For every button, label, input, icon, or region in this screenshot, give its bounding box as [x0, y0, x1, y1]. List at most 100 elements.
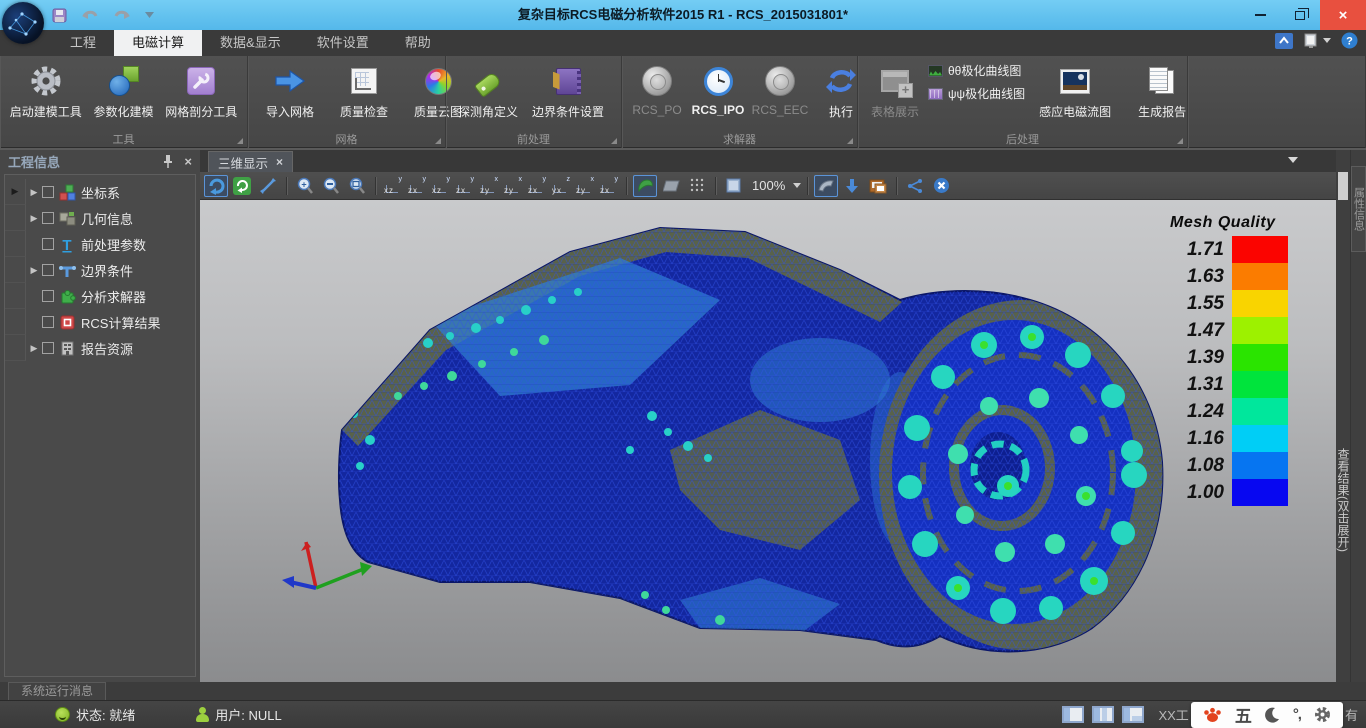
boundary-icon: [59, 262, 76, 279]
import-mesh-button[interactable]: 导入网格: [254, 60, 326, 122]
group-launcher-icon[interactable]: [237, 138, 243, 144]
tab-system-messages[interactable]: 系统运行消息: [8, 682, 106, 700]
zoom-out-button[interactable]: [319, 175, 343, 197]
view-preset-button[interactable]: zxy: [406, 175, 428, 197]
generate-report-button[interactable]: 生成报告: [1131, 60, 1193, 122]
group-launcher-icon[interactable]: [1177, 138, 1183, 144]
tab-settings[interactable]: 软件设置: [299, 30, 387, 56]
minimize-button[interactable]: [1240, 0, 1280, 30]
close-view-button[interactable]: [929, 175, 953, 197]
help-icon[interactable]: ?: [1341, 32, 1358, 49]
checkbox[interactable]: [42, 264, 54, 276]
expander-icon[interactable]: ▶: [26, 187, 42, 198]
view-preset-button[interactable]: zyx: [502, 175, 524, 197]
pan-view-button[interactable]: [256, 175, 280, 197]
orbit-view-button[interactable]: [230, 175, 254, 197]
rcs-eec-button: RCS_EEC: [750, 60, 810, 119]
snapshot-button[interactable]: [866, 175, 890, 197]
zoom-level-value[interactable]: 100%: [752, 178, 785, 193]
tab-properties[interactable]: 属性信息: [1351, 166, 1366, 252]
svg-text:?: ?: [1346, 36, 1353, 48]
checkbox[interactable]: [42, 290, 54, 302]
group-label-preprocess: 前处理: [517, 131, 550, 147]
legend-swatch: [1232, 236, 1288, 263]
meshing-tool-button[interactable]: 网格剖分工具: [162, 60, 242, 122]
shaded-view-button[interactable]: [633, 175, 657, 197]
layout-split-panel-icon[interactable]: [1092, 706, 1114, 723]
tab-project[interactable]: 工程: [52, 30, 114, 56]
theta-polar-curve-button[interactable]: θθ极化曲线图: [928, 62, 1025, 79]
close-panel-icon[interactable]: ×: [184, 154, 192, 169]
view-preset-button[interactable]: yxz: [550, 175, 572, 197]
zoom-fit-button[interactable]: [345, 175, 369, 197]
tree-row-report-resources[interactable]: ▶ 报告资源: [5, 335, 195, 361]
launch-modeling-tool-button[interactable]: 启动建模工具: [6, 60, 86, 122]
group-launcher-icon[interactable]: [847, 138, 853, 144]
drop-down-arrow-button[interactable]: [840, 175, 864, 197]
ime-logo-paw-icon[interactable]: [1203, 706, 1222, 723]
quality-check-button[interactable]: 质量检查: [328, 60, 400, 122]
legend-swatch: [1232, 398, 1288, 425]
view-preset-button[interactable]: zxy: [526, 175, 548, 197]
style-selector-icon[interactable]: [1303, 33, 1331, 49]
probe-angle-button[interactable]: 探测角定义: [452, 60, 524, 122]
layout-bottom-panel-icon[interactable]: [1122, 706, 1144, 723]
view-preset-button[interactable]: zxy: [598, 175, 620, 197]
ime-moon-icon[interactable]: [1265, 707, 1280, 723]
view-preset-button[interactable]: xzy: [382, 175, 404, 197]
flat-view-button[interactable]: [659, 175, 683, 197]
collapsed-results-panel[interactable]: 查看结果(双击展开): [1336, 335, 1351, 665]
tree-row-geometry[interactable]: ▶ 几何信息: [5, 205, 195, 231]
app-logo[interactable]: [2, 2, 44, 44]
clip-shape-button[interactable]: [814, 175, 838, 197]
wireframe-dots-button[interactable]: [685, 175, 709, 197]
tree-row-coordinates[interactable]: ▶ ▶ 坐标系: [5, 179, 195, 205]
checkbox[interactable]: [42, 186, 54, 198]
checkbox[interactable]: [42, 316, 54, 328]
tab-em-compute[interactable]: 电磁计算: [114, 30, 202, 56]
legend-swatch: [1232, 344, 1288, 371]
ime-settings-gear-icon[interactable]: [1314, 706, 1331, 723]
viewport-3d[interactable]: Mesh Quality 1.71 1.63 1.55 1.47 1.39 1.…: [200, 200, 1336, 682]
close-tab-icon[interactable]: ×: [276, 155, 283, 169]
view-preset-button[interactable]: zxy: [454, 175, 476, 197]
view-preset-button[interactable]: zyx: [574, 175, 596, 197]
zoom-dropdown-icon[interactable]: [793, 183, 801, 188]
tree-row-preprocess-params[interactable]: T 前处理参数: [5, 231, 195, 257]
maximize-button[interactable]: [1280, 0, 1320, 30]
psi-polar-curve-button[interactable]: ψψ极化曲线图: [928, 85, 1025, 102]
collapse-ribbon-icon[interactable]: [1275, 33, 1293, 49]
ime-punctuation-toggle[interactable]: °,: [1293, 706, 1301, 723]
pin-icon[interactable]: [162, 154, 174, 169]
ime-mode-toggle[interactable]: 五: [1235, 702, 1252, 727]
rotate-view-button[interactable]: [204, 175, 228, 197]
share-link-button[interactable]: [903, 175, 927, 197]
expander-icon[interactable]: ▶: [26, 343, 42, 354]
checkbox[interactable]: [42, 342, 54, 354]
group-launcher-icon[interactable]: [611, 138, 617, 144]
boundary-condition-button[interactable]: 边界条件设置: [526, 60, 610, 122]
checkbox[interactable]: [42, 212, 54, 224]
checkbox[interactable]: [42, 238, 54, 250]
zoom-in-button[interactable]: +: [293, 175, 317, 197]
close-button[interactable]: ×: [1320, 0, 1366, 30]
parametric-modeling-button[interactable]: 参数化建模: [88, 60, 160, 122]
tab-list-dropdown-icon[interactable]: [1288, 157, 1298, 163]
view-preset-button[interactable]: xzy: [430, 175, 452, 197]
tab-3d-display[interactable]: 三维显示 ×: [208, 151, 293, 172]
induced-current-map-button[interactable]: 感应电磁流图: [1027, 60, 1123, 122]
scrollbar-thumb[interactable]: [1338, 172, 1348, 200]
tab-data-display[interactable]: 数据&显示: [202, 30, 299, 56]
expander-icon[interactable]: ▶: [26, 265, 42, 276]
layout-left-panel-icon[interactable]: [1062, 706, 1084, 723]
tree-row-rcs-results[interactable]: RCS计算结果: [5, 309, 195, 335]
tree-row-solver[interactable]: 分析求解器: [5, 283, 195, 309]
wrench-icon: [187, 62, 215, 100]
expander-icon[interactable]: ▶: [26, 213, 42, 224]
rcs-ipo-button[interactable]: RCS_IPO: [688, 60, 748, 119]
legend-swatch: [1232, 263, 1288, 290]
view-preset-button[interactable]: zyx: [478, 175, 500, 197]
tab-help[interactable]: 帮助: [387, 30, 449, 56]
tree-row-boundary[interactable]: ▶ 边界条件: [5, 257, 195, 283]
group-launcher-icon[interactable]: [435, 138, 441, 144]
